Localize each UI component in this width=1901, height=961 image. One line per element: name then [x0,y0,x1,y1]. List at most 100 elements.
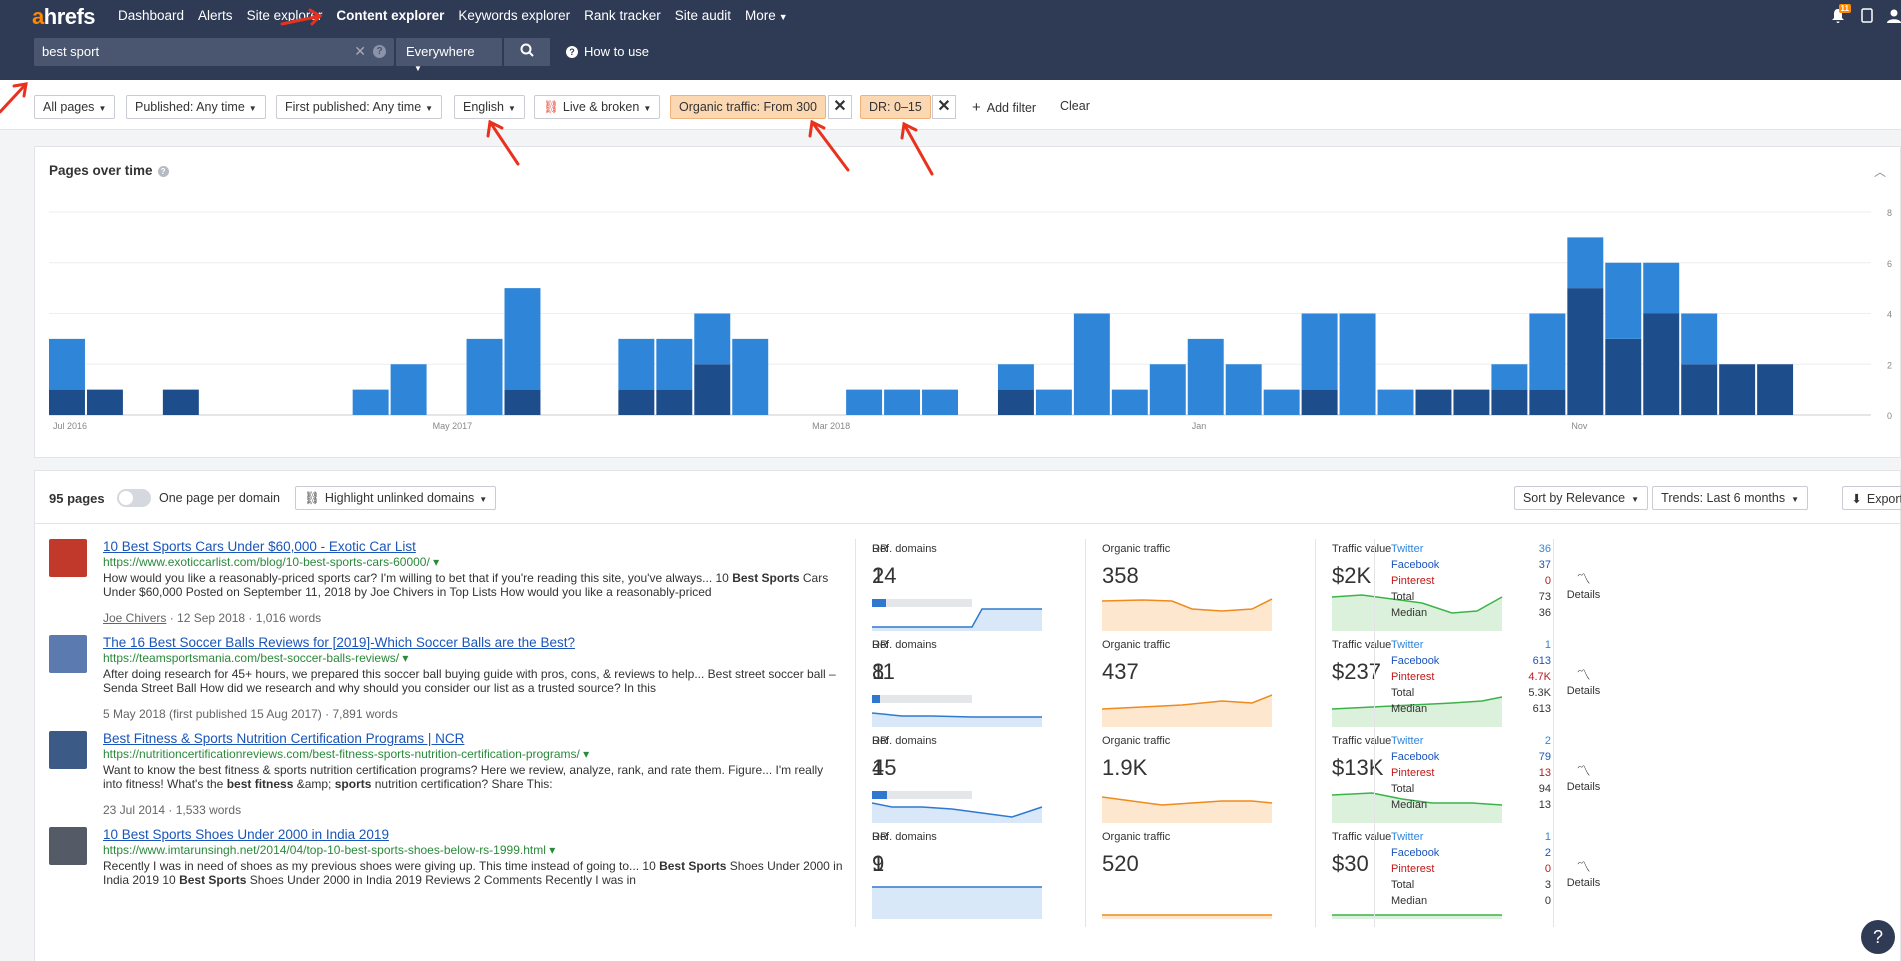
bar-segment-dark[interactable] [86,389,123,415]
export-button[interactable]: ⬇ Export [1842,486,1901,510]
bar-segment-light[interactable] [1339,313,1376,416]
bar-segment-light[interactable] [656,338,693,390]
details-button[interactable]: 〽 Details [1553,827,1613,927]
sort-dropdown[interactable]: Sort by Relevance ▼ [1513,486,1648,510]
result-thumbnail[interactable] [49,539,87,577]
bar-segment-dark[interactable] [1301,389,1338,415]
bar-segment-light[interactable] [1377,389,1414,415]
bar-segment-light[interactable] [1643,262,1680,314]
bar-segment-light[interactable] [1681,313,1718,365]
search-help-icon[interactable]: ? [373,45,386,58]
bar-segment-light[interactable] [1111,389,1148,415]
bar-segment-dark[interactable] [162,389,199,415]
all-pages-filter[interactable]: All pages ▼ [34,95,116,119]
bar-segment-dark[interactable] [618,389,655,415]
user-icon[interactable] [1887,8,1901,26]
nav-site-audit[interactable]: Site audit [675,8,731,23]
bar-segment-dark[interactable] [1605,338,1642,415]
bar-segment-light[interactable] [694,313,731,365]
organic-traffic-filter[interactable]: Organic traffic: From 300 [670,95,827,119]
bar-segment-dark[interactable] [1757,364,1794,415]
bar-segment-dark[interactable] [1453,389,1490,415]
bar-segment-light[interactable] [1225,364,1262,415]
bar-segment-dark[interactable] [504,389,541,415]
bar-segment-light[interactable] [1187,338,1224,415]
details-button[interactable]: 〽 Details [1553,635,1613,735]
help-icon[interactable]: ? [157,166,169,177]
ref-domains-metric-sparkline[interactable] [872,875,1044,921]
result-title-link[interactable]: The 16 Best Soccer Balls Reviews for [20… [103,635,575,650]
result-thumbnail[interactable] [49,827,87,865]
bar-segment-dark[interactable] [1719,364,1756,415]
bar-segment-light[interactable] [1073,313,1110,416]
ahrefs-logo[interactable]: ahrefs [32,4,96,30]
first-published-filter[interactable]: First published: Any time ▼ [276,95,443,119]
bar-segment-dark[interactable] [1415,389,1452,415]
result-url-link[interactable]: https://www.imtarunsingh.net/2014/04/top… [103,843,555,857]
clear-search-icon[interactable]: ✕ [354,43,366,60]
add-filter-button[interactable]: + Add filter [972,99,1036,116]
bar-segment-light[interactable] [846,389,883,415]
nav-more[interactable]: More ▼ [745,8,788,23]
result-thumbnail[interactable] [49,635,87,673]
nav-dashboard[interactable]: Dashboard [118,8,184,23]
language-filter[interactable]: English ▼ [454,95,525,119]
nav-site-explorer[interactable]: Site explorer [247,8,323,23]
bar-segment-light[interactable] [1263,389,1300,415]
result-thumbnail[interactable] [49,731,87,769]
bar-segment-light[interactable] [466,338,503,415]
search-input[interactable] [42,44,342,59]
bar-segment-light[interactable] [1301,313,1338,390]
trends-dropdown[interactable]: Trends: Last 6 months ▼ [1652,486,1808,510]
bar-segment-dark[interactable] [656,389,693,415]
bar-segment-dark[interactable] [1643,313,1680,416]
result-title-link[interactable]: Best Fitness & Sports Nutrition Certific… [103,731,464,746]
result-url-link[interactable]: https://nutritioncertificationreviews.co… [103,747,589,761]
dr-filter[interactable]: DR: 0–15 [860,95,931,119]
result-url-link[interactable]: https://www.exoticcarlist.com/blog/10-be… [103,555,439,569]
bar-segment-light[interactable] [1035,389,1072,415]
bar-segment-dark[interactable] [1567,288,1604,415]
bar-segment-light[interactable] [1529,313,1566,390]
collapse-chevron-icon[interactable]: ︿ [1874,163,1886,180]
nav-keywords-explorer[interactable]: Keywords explorer [458,8,570,23]
bar-segment-dark[interactable] [1681,364,1718,415]
bar-segment-dark[interactable] [997,389,1034,415]
nav-alerts[interactable]: Alerts [198,8,233,23]
bar-segment-light[interactable] [1567,237,1604,289]
bell-icon[interactable]: 11 [1831,4,1851,24]
bar-segment-light[interactable] [49,338,85,390]
bar-segment-dark[interactable] [1491,389,1528,415]
published-filter[interactable]: Published: Any time ▼ [126,95,266,119]
result-title-link[interactable]: 10 Best Sports Cars Under $60,000 - Exot… [103,539,416,554]
bar-segment-light[interactable] [997,364,1034,390]
remove-organic-filter-icon[interactable]: ✕ [828,95,852,119]
tablet-icon[interactable] [1861,8,1873,26]
nav-rank-tracker[interactable]: Rank tracker [584,8,661,23]
one-page-per-domain-toggle[interactable] [117,489,151,507]
remove-dr-filter-icon[interactable]: ✕ [932,95,956,119]
clear-filters-button[interactable]: Clear [1060,99,1090,113]
bar-segment-light[interactable] [390,364,427,415]
bar-segment-light[interactable] [1491,364,1528,390]
details-button[interactable]: 〽 Details [1553,539,1613,639]
bar-segment-light[interactable] [884,389,921,415]
bar-segment-dark[interactable] [49,389,85,415]
bar-segment-dark[interactable] [694,364,731,415]
nav-content-explorer[interactable]: Content explorer [336,8,444,23]
bar-segment-light[interactable] [352,389,389,415]
bar-segment-light[interactable] [732,338,769,415]
how-to-use-link[interactable]: ? How to use [566,44,649,59]
organic-traffic-metric-sparkline[interactable] [1102,875,1274,921]
live-broken-filter[interactable]: ⛓ Live & broken ▼ [534,95,661,119]
bar-segment-light[interactable] [504,288,541,390]
bar-segment-light[interactable] [1605,262,1642,339]
bar-segment-light[interactable] [922,389,958,415]
search-scope-dropdown[interactable]: Everywhere ▼ [396,38,502,73]
bar-segment-dark[interactable] [1529,389,1566,415]
bar-segment-light[interactable] [618,338,655,390]
help-fab-button[interactable]: ? [1861,920,1895,954]
author-link[interactable]: Joe Chivers [103,611,166,625]
bar-segment-light[interactable] [1149,364,1186,415]
details-button[interactable]: 〽 Details [1553,731,1613,831]
